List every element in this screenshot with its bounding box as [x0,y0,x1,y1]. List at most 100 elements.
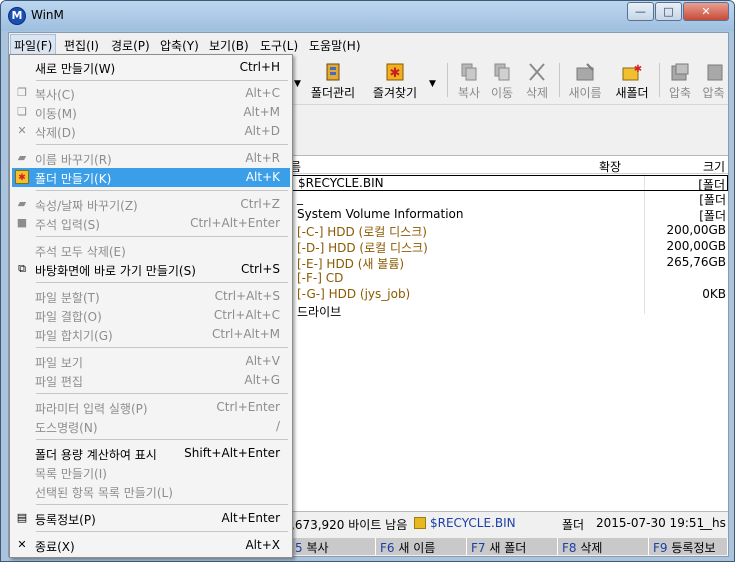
menu-item-label: 이동(M) [35,107,77,121]
move-icon: ❏ [17,105,27,118]
copy-button[interactable]: 복사 [454,63,484,103]
drive-size: 200,00GB [666,223,726,237]
file-name: _ [297,191,303,205]
compress-icon [671,63,689,81]
fkey-delete[interactable]: F8 삭제 [558,538,649,555]
menu-item-copy[interactable]: ❐ 복사(C) Alt+C [12,84,290,103]
move-button[interactable]: 이동 [487,63,517,103]
menu-item-label: 파일 분할(T) [35,291,100,305]
fkey-rename[interactable]: F6 새 이름 [376,538,467,555]
menu-separator [36,80,288,81]
menu-item-label: 주석 모두 삭제(E) [35,245,126,259]
menu-compress[interactable]: 압축(Y) [160,37,199,54]
menu-item-desktop-shortcut[interactable]: ⧉ 바탕화면에 바로 가기 만들기(S) Ctrl+S [12,260,290,279]
menu-path[interactable]: 경로(P) [111,37,150,54]
drive-name: [-D-] HDD (로컬 디스크) [297,241,428,255]
menu-item-merge[interactable]: 파일 합치기(G) Ctrl+Alt+M [12,325,290,344]
menu-separator [36,393,288,394]
menu-item-split[interactable]: 파일 분할(T) Ctrl+Alt+S [12,287,290,306]
comment-icon: ■ [16,216,28,229]
menu-item-shortcut: Ctrl+Alt+S [214,289,280,303]
maximize-button[interactable]: □ [655,2,682,21]
rename-button[interactable]: 새이름 [565,63,605,103]
menu-item-properties[interactable]: ▤ 등록정보(P) Alt+Enter [12,509,290,528]
status-date: 2015-07-30 19:51 [596,516,705,530]
delete-button[interactable]: 삭제 [522,63,552,103]
menu-item-make-selected-list[interactable]: 선택된 항목 목록 만들기(L) [12,482,290,501]
fkey-new-folder[interactable]: F7 새 폴더 [467,538,558,555]
new-folder-icon: ✱ [622,64,642,81]
menu-item-label: 선택된 항목 목록 만들기(L) [35,486,173,500]
move-icon [494,63,510,81]
drive-size: 200,00GB [666,239,726,253]
menu-tools[interactable]: 도구(L) [260,37,298,54]
menu-help[interactable]: 도움말(H) [309,37,361,54]
menu-item-label: 삭제(D) [35,126,76,140]
toolbar-separator [659,63,660,97]
menu-item-label: 속성/날짜 바꾸기(Z) [35,199,138,213]
menu-item-label: 파라미터 입력 실행(P) [35,402,148,416]
drive-name: [-F-] CD [297,271,344,285]
fkey-text: 새 폴더 [489,541,527,555]
menu-item-rename[interactable]: ▰ 이름 바꾸기(R) Alt+R [12,149,290,168]
menu-edit[interactable]: 편집(I) [64,37,99,54]
folder-manage-label: 폴더관리 [310,86,356,100]
menu-item-new[interactable]: 새로 만들기(W) Ctrl+H [12,58,290,77]
status-attr: __hs [700,516,726,530]
menu-item-label: 주석 입력(S) [35,218,100,232]
menu-item-comment[interactable]: ■ 주석 입력(S) Ctrl+Alt+Enter [12,214,290,233]
fkey-properties[interactable]: F9 등록정보 [649,538,728,555]
menu-separator [36,504,288,505]
menu-item-delete[interactable]: ✕ 삭제(D) Alt+D [12,122,290,141]
drive-size: 0KB [702,287,726,301]
col-size[interactable]: 크기 [703,158,725,175]
app-logo-icon: M [8,7,26,25]
menu-item-edit-file[interactable]: 파일 편집 Alt+G [12,371,290,390]
copy-icon [461,63,477,81]
fkey-text: 삭제 [580,541,603,555]
fkey-text: 등록정보 [671,541,716,555]
menu-item-delete-comments[interactable]: 주석 모두 삭제(E) [12,241,290,260]
menu-item-new-folder[interactable]: ✱ 폴더 만들기(K) Alt+K [12,168,290,187]
folder-manage-button[interactable]: 폴더관리 [307,63,359,103]
attributes-icon: ▰ [17,197,27,210]
menu-item-join[interactable]: 파일 결합(O) Ctrl+Alt+C [12,306,290,325]
menu-item-view-file[interactable]: 파일 보기 Alt+V [12,352,290,371]
drive-name: [-E-] HDD (새 볼륨) [297,257,405,271]
menu-item-label: 파일 합치기(G) [35,329,113,343]
menu-item-dos-command[interactable]: 도스명령(N) / [12,417,290,436]
fkey-label: 5 [295,541,303,555]
menu-item-shortcut: Alt+Enter [221,511,280,525]
fkey-label: F8 [562,541,577,555]
compress2-label: 압축 [702,86,725,100]
rename-label: 새이름 [568,86,602,100]
folder-icon [414,517,426,529]
menu-view[interactable]: 보기(B) [209,37,249,54]
menu-item-folder-size[interactable]: 폴더 용량 계산하여 표시 Shift+Alt+Enter [12,444,290,463]
menu-item-label: 이름 바꾸기(R) [35,153,112,167]
favorites-button[interactable]: ✱ 즐겨찾기 [367,63,423,103]
menu-item-move[interactable]: ❏ 이동(M) Alt+M [12,103,290,122]
compress2-button[interactable]: 압축 [699,63,728,103]
favorites-dropdown-icon[interactable]: ▼ [429,79,436,89]
title-bar: M WinM — □ ✕ [1,1,734,31]
menu-item-exit[interactable]: ✕ 종료(X) Alt+X [12,536,290,555]
menu-item-run-params[interactable]: 파라미터 입력 실행(P) Ctrl+Enter [12,398,290,417]
toolbar-prev-dropdown-icon[interactable]: ▼ [294,79,301,89]
compress-button[interactable]: 압축 [665,63,695,103]
menu-item-attributes[interactable]: ▰ 속성/날짜 바꾸기(Z) Ctrl+Z [12,195,290,214]
copy-icon: ❐ [17,86,27,99]
menu-item-shortcut: Ctrl+Enter [216,400,280,414]
delete-icon [529,63,545,81]
menu-item-label: 폴더 만들기(K) [35,172,112,186]
close-button[interactable]: ✕ [683,2,729,21]
drive-name: [-G-] HDD (jys_job) [297,287,411,301]
col-ext[interactable]: 확장 [599,158,621,175]
svg-text:✱: ✱ [390,66,401,81]
minimize-button[interactable]: — [627,2,654,21]
fkey-copy[interactable]: 5 복사 [291,538,376,555]
fkey-label: F6 [380,541,395,555]
new-folder-icon: ✱ [15,170,29,184]
new-folder-button[interactable]: ✱ 새폴더 [612,63,652,103]
menu-item-make-list[interactable]: 목록 만들기(I) [12,463,290,482]
